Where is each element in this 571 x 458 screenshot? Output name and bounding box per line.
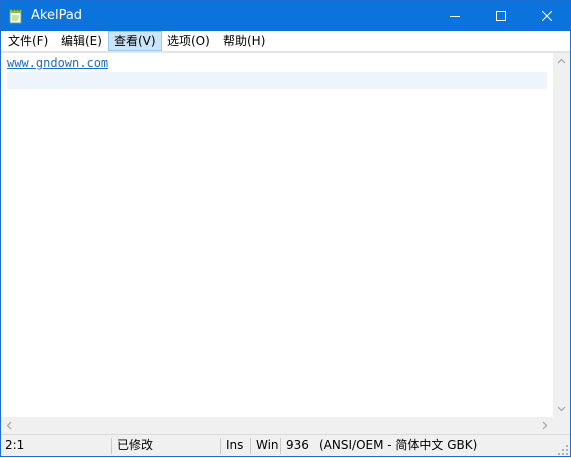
status-cursor-position: 2:1 (5, 438, 25, 452)
menu-options[interactable]: 选项(O) (162, 31, 215, 51)
menu-help[interactable]: 帮助(H) (218, 31, 270, 51)
editor-current-line[interactable] (7, 72, 547, 89)
chevron-down-icon (557, 406, 566, 412)
window-title: AkelPad (31, 8, 83, 23)
status-divider (220, 438, 221, 454)
minimize-icon (450, 16, 460, 17)
maximize-button[interactable] (478, 1, 524, 31)
status-insert-mode: Ins (226, 438, 244, 452)
status-divider (111, 438, 112, 454)
scroll-down-button[interactable] (553, 400, 570, 417)
minimize-button[interactable] (432, 1, 478, 31)
editor-line-link[interactable]: www.gndown.com (7, 55, 108, 72)
akelpad-window: AkelPad 文件(F) 编辑(E) 查看(V) 选项(O) 帮助(H) ww… (0, 0, 571, 457)
close-icon (542, 11, 552, 21)
menu-edit[interactable]: 编辑(E) (56, 31, 107, 51)
scrollbar-corner (553, 417, 570, 434)
status-modified: 已修改 (117, 438, 154, 452)
scroll-up-button[interactable] (553, 53, 570, 70)
title-bar[interactable]: AkelPad (1, 1, 570, 31)
close-button[interactable] (524, 1, 570, 31)
chevron-left-icon (6, 421, 12, 430)
text-editor[interactable]: www.gndown.com (1, 53, 553, 417)
menu-file[interactable]: 文件(F) (3, 31, 53, 51)
status-divider (280, 438, 281, 454)
status-encoding: (ANSI/OEM - 简体中文 GBK) (319, 438, 478, 452)
chevron-right-icon (542, 421, 548, 430)
menu-view[interactable]: 查看(V) (108, 31, 162, 51)
maximize-icon (496, 11, 506, 21)
status-divider (250, 438, 251, 454)
scroll-right-button[interactable] (536, 417, 553, 434)
status-newline: Win (256, 438, 279, 452)
horizontal-scrollbar[interactable] (1, 417, 553, 434)
resize-grip-icon[interactable] (558, 444, 568, 455)
status-bar: 2:1 已修改 Ins Win 936 (ANSI/OEM - 简体中文 GBK… (1, 434, 570, 456)
vertical-scrollbar[interactable] (553, 53, 570, 417)
notepad-app-icon (9, 8, 23, 24)
scroll-left-button[interactable] (1, 417, 18, 434)
chevron-up-icon (557, 58, 566, 64)
menu-bar: 文件(F) 编辑(E) 查看(V) 选项(O) 帮助(H) (1, 31, 570, 51)
status-codepage: 936 (286, 438, 309, 452)
